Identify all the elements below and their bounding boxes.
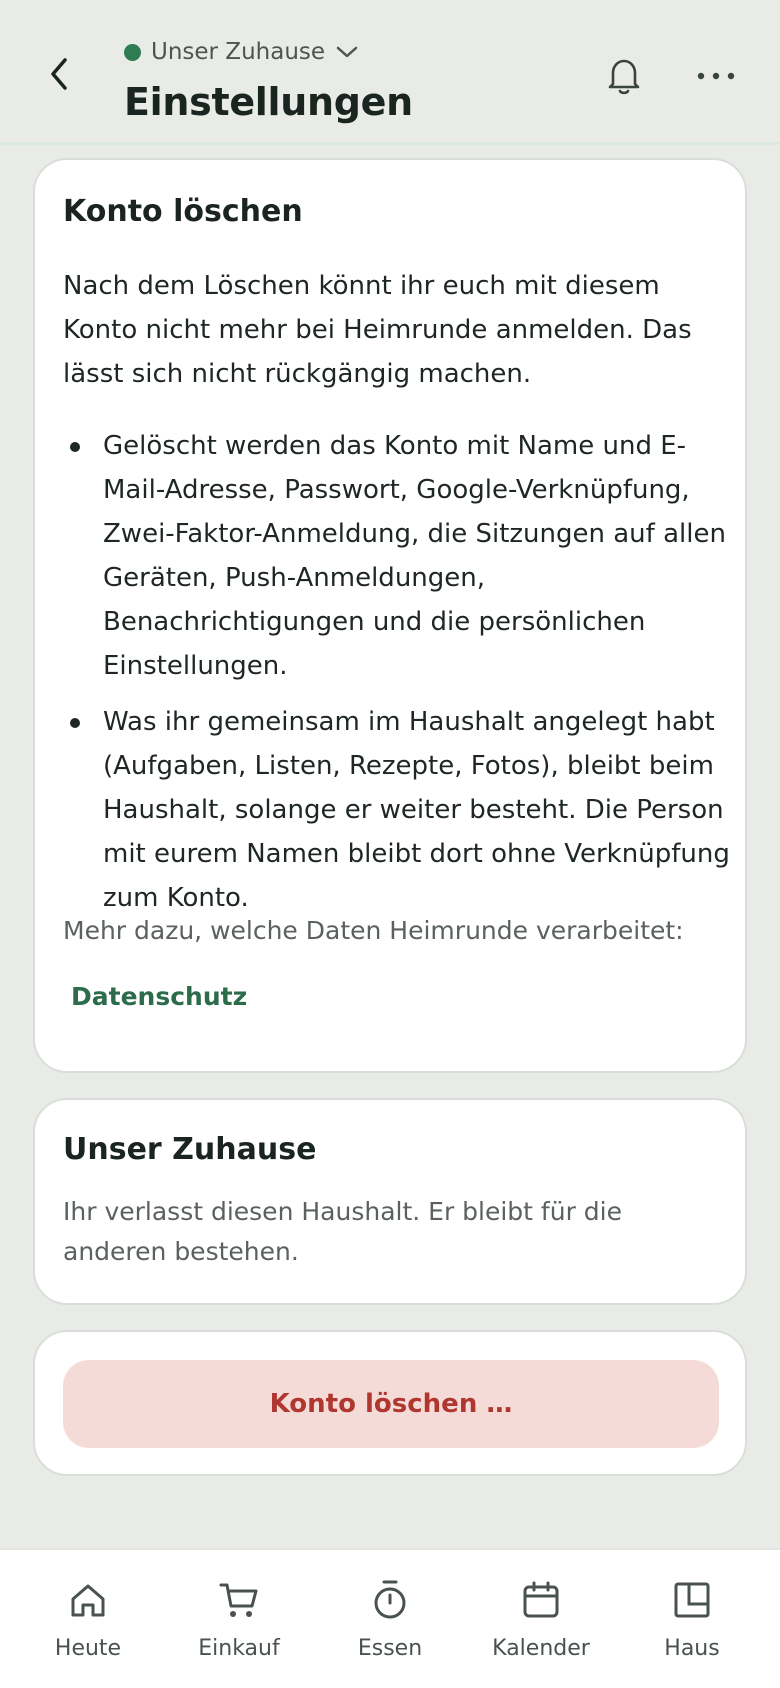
layout-icon	[670, 1578, 714, 1622]
household-card: Unser Zuhause Ihr verlasst diesen Hausha…	[33, 1098, 747, 1305]
delete-account-intro: Nach dem Löschen könnt ihr euch mit dies…	[63, 271, 692, 389]
nav-label: Kalender	[492, 1636, 590, 1661]
notifications-button[interactable]	[600, 52, 648, 100]
household-name: Unser Zuhause	[151, 39, 326, 65]
app-screen: Unser Zuhause Einstellungen Konto lösche…	[0, 0, 780, 1688]
more-info-text: Mehr dazu, welche Daten Heimrunde verarb…	[63, 916, 684, 945]
nav-label: Haus	[664, 1636, 720, 1661]
status-dot	[124, 43, 141, 61]
calendar-icon	[519, 1578, 563, 1622]
bell-icon	[608, 59, 640, 95]
household-switcher[interactable]: Unser Zuhause	[124, 36, 359, 68]
chevron-down-icon	[336, 46, 358, 58]
timer-icon	[368, 1578, 412, 1622]
delete-account-button[interactable]: Konto löschen …	[63, 1360, 719, 1448]
privacy-link[interactable]: Datenschutz	[71, 982, 247, 1011]
page-title: Einstellungen	[124, 80, 413, 124]
home-icon	[66, 1578, 110, 1622]
back-button[interactable]	[38, 52, 82, 96]
nav-label: Einkauf	[198, 1636, 280, 1661]
nav-label: Essen	[357, 1636, 423, 1661]
more-horizontal-icon	[697, 72, 735, 80]
top-bar: Unser Zuhause Einstellungen	[0, 0, 780, 145]
nav-item-essen[interactable]: Essen	[320, 1550, 460, 1688]
delete-account-card: Konto löschen Nach dem Löschen könnt ihr…	[33, 158, 747, 1073]
chevron-left-icon	[51, 58, 67, 90]
list-item: Gelöscht werden das Konto mit Name und E…	[63, 424, 733, 688]
nav-label: Heute	[54, 1636, 122, 1661]
delete-action-card: Konto löschen …	[33, 1330, 747, 1476]
more-options-button[interactable]	[692, 52, 740, 100]
cart-icon	[217, 1578, 261, 1622]
nav-item-haus[interactable]: Haus	[622, 1550, 762, 1688]
bottom-navigation: Heute Einkauf Essen Kalender Haus	[0, 1548, 780, 1688]
nav-item-einkauf[interactable]: Einkauf	[169, 1550, 309, 1688]
delete-account-title: Konto löschen	[63, 194, 303, 229]
household-title: Unser Zuhause	[63, 1132, 317, 1167]
list-item: Was ihr gemeinsam im Haushalt angelegt h…	[63, 700, 733, 920]
nav-item-heute[interactable]: Heute	[18, 1550, 158, 1688]
nav-item-kalender[interactable]: Kalender	[471, 1550, 611, 1688]
household-description: Ihr verlasst diesen Haushalt. Er bleibt …	[63, 1197, 622, 1266]
deletion-details-list: Gelöscht werden das Konto mit Name und E…	[63, 424, 733, 932]
